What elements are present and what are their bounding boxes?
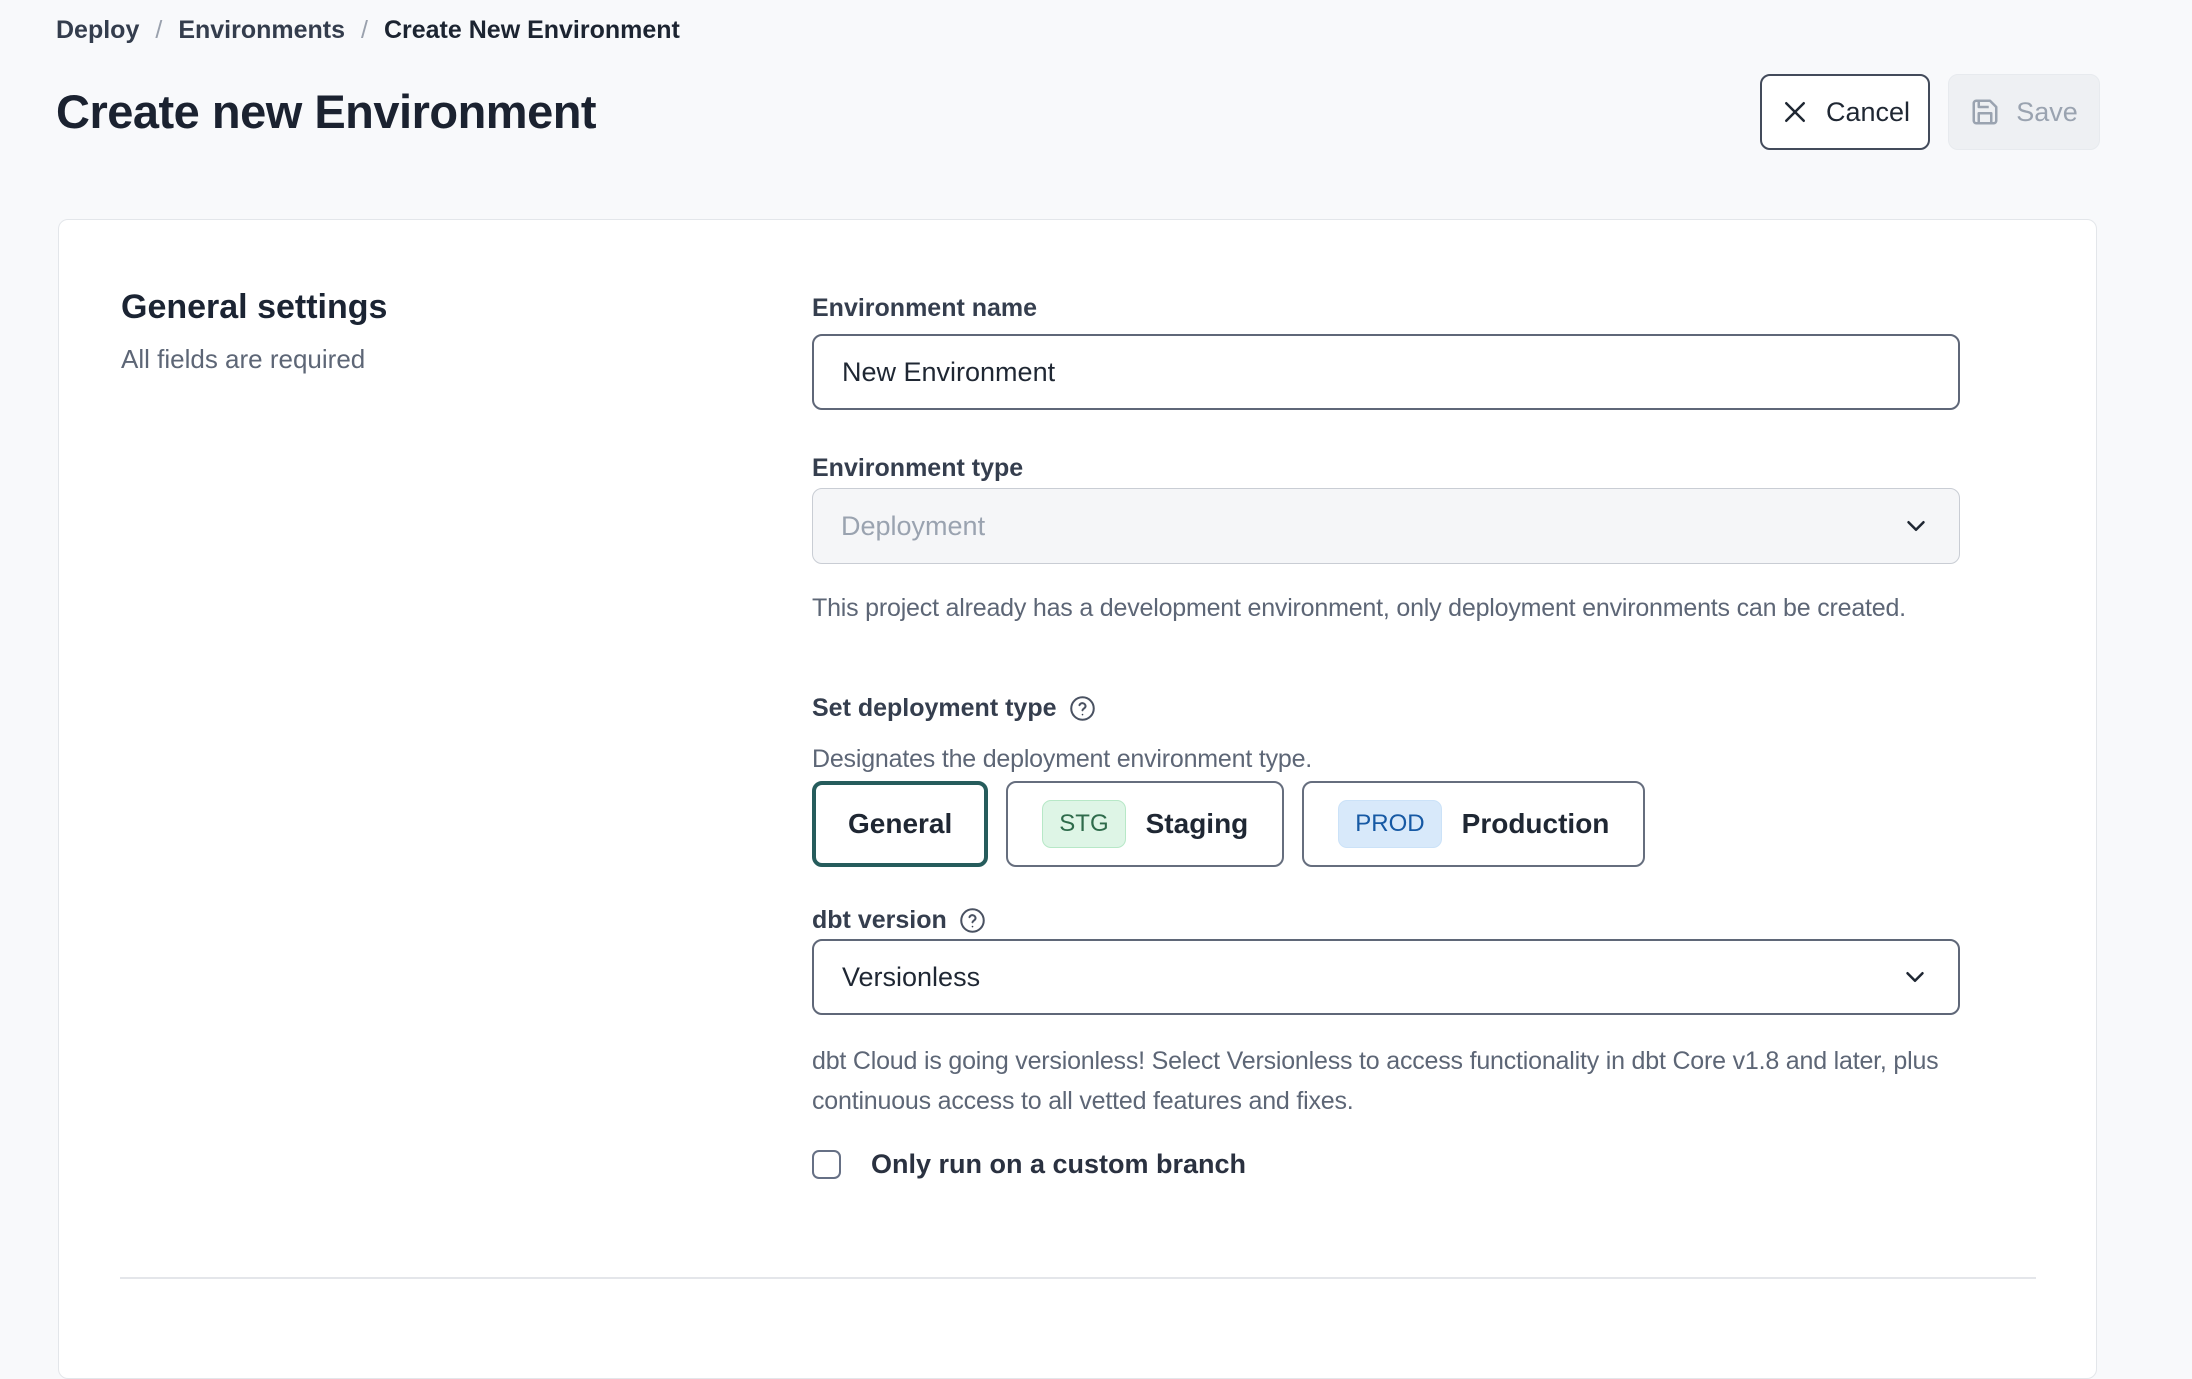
breadcrumb-separator: /: [155, 16, 162, 45]
chevron-down-icon: [1901, 511, 1931, 541]
environment-type-select[interactable]: Deployment: [812, 488, 1960, 564]
cancel-button-label: Cancel: [1826, 97, 1910, 128]
deployment-type-option-staging[interactable]: STG Staging: [1006, 781, 1284, 867]
deployment-type-option-general[interactable]: General: [812, 781, 988, 867]
environment-name-input[interactable]: New Environment: [812, 334, 1960, 410]
production-badge: PROD: [1338, 800, 1441, 848]
create-environment-page: Deploy / Environments / Create New Envir…: [0, 0, 2192, 1312]
deployment-type-label-text: Set deployment type: [812, 694, 1057, 723]
dbt-version-value: Versionless: [842, 962, 980, 993]
deployment-type-options: General STG Staging PROD Production: [812, 781, 1960, 867]
help-circle-icon[interactable]: [959, 907, 986, 934]
save-button-label: Save: [2016, 97, 2078, 128]
environment-name-label: Environment name: [812, 294, 1960, 323]
breadcrumb-separator: /: [361, 16, 368, 45]
staging-badge: STG: [1042, 800, 1125, 848]
custom-branch-checkbox[interactable]: [812, 1150, 841, 1179]
header-actions: Cancel Save: [1760, 74, 2100, 150]
deployment-type-description: Designates the deployment environment ty…: [812, 739, 1952, 779]
save-icon: [1970, 97, 2000, 127]
cancel-button[interactable]: Cancel: [1760, 74, 1930, 150]
environment-name-value: New Environment: [842, 357, 1055, 388]
deployment-type-label: Set deployment type: [812, 694, 1960, 723]
section-divider: [120, 1277, 2036, 1279]
dbt-version-select[interactable]: Versionless: [812, 939, 1960, 1015]
page-title: Create new Environment: [56, 84, 596, 139]
breadcrumb-current: Create New Environment: [384, 16, 680, 45]
section-title: General settings: [121, 288, 387, 327]
deployment-type-option-production[interactable]: PROD Production: [1302, 781, 1645, 867]
breadcrumb-environments[interactable]: Environments: [178, 16, 345, 45]
dbt-version-label-text: dbt version: [812, 906, 947, 935]
chevron-down-icon: [1900, 962, 1930, 992]
dbt-version-label: dbt version: [812, 906, 1960, 935]
help-circle-icon[interactable]: [1069, 695, 1096, 722]
option-staging-label: Staging: [1146, 808, 1249, 840]
custom-branch-label[interactable]: Only run on a custom branch: [871, 1149, 1246, 1180]
breadcrumb: Deploy / Environments / Create New Envir…: [56, 16, 680, 45]
general-settings-card: General settings All fields are required…: [58, 219, 2097, 1379]
section-subtitle: All fields are required: [121, 344, 365, 375]
option-production-label: Production: [1462, 808, 1610, 840]
environment-form: Environment name New Environment Environ…: [812, 294, 1960, 1274]
environment-type-label: Environment type: [812, 454, 1960, 483]
save-button[interactable]: Save: [1948, 74, 2100, 150]
environment-type-help: This project already has a development e…: [812, 588, 1952, 628]
close-icon: [1780, 97, 1810, 127]
option-general-label: General: [848, 808, 952, 840]
environment-type-value: Deployment: [841, 511, 985, 542]
breadcrumb-deploy[interactable]: Deploy: [56, 16, 139, 45]
custom-branch-row: Only run on a custom branch: [812, 1149, 1960, 1180]
dbt-version-help: dbt Cloud is going versionless! Select V…: [812, 1041, 1952, 1121]
